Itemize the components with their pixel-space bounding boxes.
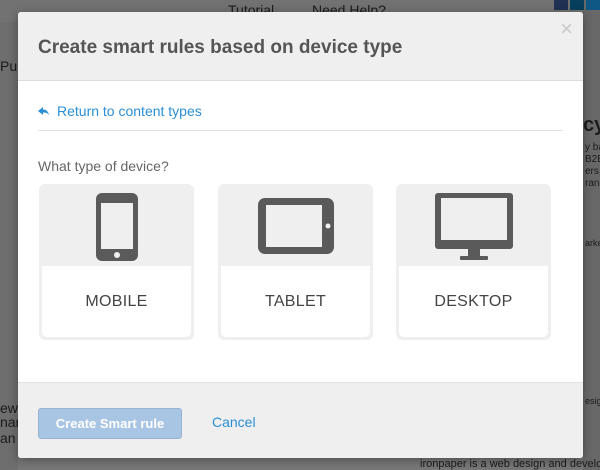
device-question: What type of device?: [38, 158, 169, 174]
device-label-desktop: DESKTOP: [399, 266, 548, 337]
desktop-monitor-icon: [396, 184, 551, 266]
device-label-tablet: TABLET: [221, 266, 370, 337]
device-option-desktop[interactable]: DESKTOP: [396, 184, 551, 340]
smart-rules-modal: Create smart rules based on device type …: [18, 12, 583, 458]
modal-footer: Create Smart rule Cancel: [18, 382, 583, 458]
return-link-label: Return to content types: [57, 103, 202, 119]
return-to-content-types-link[interactable]: Return to content types: [38, 103, 202, 119]
modal-title: Create smart rules based on device type: [38, 37, 403, 58]
modal-header: Create smart rules based on device type …: [18, 12, 583, 81]
create-smart-rule-button[interactable]: Create Smart rule: [38, 408, 182, 439]
cancel-link[interactable]: Cancel: [212, 414, 256, 430]
close-button[interactable]: ×: [560, 18, 573, 40]
mobile-phone-icon: [39, 184, 194, 266]
device-label-mobile: MOBILE: [42, 266, 191, 337]
device-option-mobile[interactable]: MOBILE: [39, 184, 194, 340]
return-arrow-icon: [38, 105, 49, 119]
divider: [38, 130, 563, 131]
device-option-tablet[interactable]: TABLET: [218, 184, 373, 340]
tablet-icon: [218, 184, 373, 266]
